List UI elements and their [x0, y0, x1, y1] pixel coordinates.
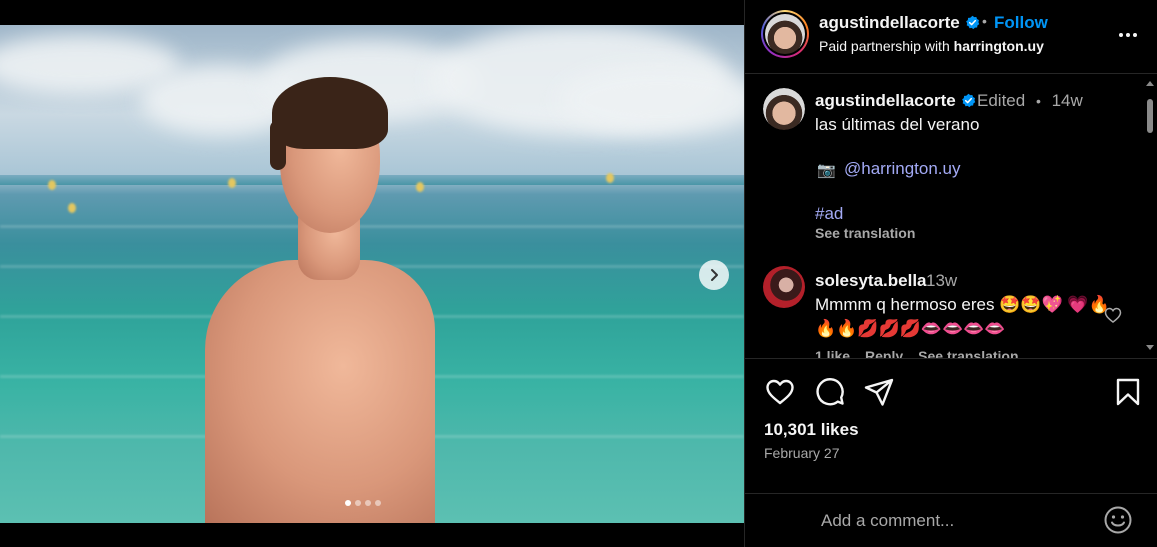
caption-mention-link[interactable]: @harrington.uy	[844, 159, 961, 179]
comment-reply-button[interactable]: Reply	[865, 348, 903, 358]
carousel-dot	[345, 500, 351, 506]
caption-hashtag-link[interactable]: #ad	[815, 204, 843, 224]
partnership-prefix: Paid partnership with	[819, 38, 950, 54]
comment-actions: 1 like Reply See translation	[815, 348, 1019, 358]
comment-text: Mmmm q hermoso eres 🤩🤩💖 💗🔥🔥🔥💋💋💋👄👄👄👄	[815, 295, 1110, 338]
share-paper-plane-icon[interactable]	[863, 376, 895, 408]
media-pane	[0, 0, 744, 547]
post-sidebar: agustindellacorte • Follow Paid partners…	[744, 0, 1157, 547]
camera-emoji: 📷	[817, 162, 836, 179]
verified-badge-icon	[961, 93, 975, 108]
scrollbar-thumb[interactable]	[1147, 99, 1153, 133]
partner-link[interactable]: harrington.uy	[954, 38, 1044, 54]
carousel-dot	[365, 500, 371, 506]
add-comment-bar	[745, 493, 1157, 547]
commenter-avatar[interactable]	[763, 266, 805, 308]
comment-see-translation[interactable]: See translation	[918, 348, 1018, 358]
likes-count[interactable]: 10,301 likes	[764, 420, 859, 440]
comment-bubble-icon[interactable]	[814, 376, 846, 408]
author-avatar[interactable]	[761, 10, 809, 58]
caption-author[interactable]: agustindellacorte	[815, 91, 976, 111]
post-photo	[0, 25, 744, 523]
post-header: agustindellacorte • Follow Paid partners…	[745, 0, 1157, 74]
more-options-button[interactable]	[1115, 22, 1141, 48]
caption-meta: Edited • 14w	[977, 91, 1083, 111]
comment-likes-count[interactable]: 1 like	[815, 348, 850, 358]
post-date[interactable]: February 27	[764, 445, 839, 461]
scroll-down-arrow-icon[interactable]	[1146, 345, 1154, 350]
carousel-dot	[355, 500, 361, 506]
caption-text: las últimas del verano	[815, 115, 980, 134]
comment-author[interactable]: solesyta.bella	[815, 271, 927, 291]
comments-scrollbar[interactable]	[1142, 75, 1157, 358]
caption-author-text[interactable]: agustindellacorte	[815, 91, 956, 110]
verified-badge-icon	[965, 15, 979, 30]
caption-author-avatar[interactable]	[763, 88, 805, 130]
like-heart-icon[interactable]	[764, 376, 796, 408]
comment-like-heart-icon[interactable]	[1103, 305, 1123, 325]
post-actions-bar	[745, 360, 1157, 420]
chevron-right-icon	[711, 269, 718, 281]
save-bookmark-icon[interactable]	[1112, 376, 1144, 408]
comment-age[interactable]: 13w	[926, 271, 957, 291]
header-separator: •	[982, 13, 987, 29]
next-image-button[interactable]	[699, 260, 729, 290]
follow-button[interactable]: Follow	[994, 13, 1048, 33]
comments-section[interactable]: agustindellacorte Edited • 14w las últim…	[745, 75, 1157, 359]
caption-separator: •	[1035, 93, 1041, 109]
more-horizontal-icon	[1119, 33, 1137, 37]
paid-partnership-label: Paid partnership with harrington.uy	[819, 38, 1044, 54]
carousel-indicator	[345, 500, 381, 506]
author-username[interactable]: agustindellacorte	[819, 13, 980, 33]
add-comment-input[interactable]	[821, 509, 1091, 533]
edited-label: Edited	[977, 91, 1026, 110]
emoji-picker-icon[interactable]	[1102, 504, 1134, 536]
caption-see-translation[interactable]: See translation	[815, 225, 915, 241]
carousel-dot	[375, 500, 381, 506]
author-username-text[interactable]: agustindellacorte	[819, 13, 960, 32]
scroll-up-arrow-icon[interactable]	[1146, 81, 1154, 86]
caption-age[interactable]: 14w	[1052, 91, 1083, 110]
